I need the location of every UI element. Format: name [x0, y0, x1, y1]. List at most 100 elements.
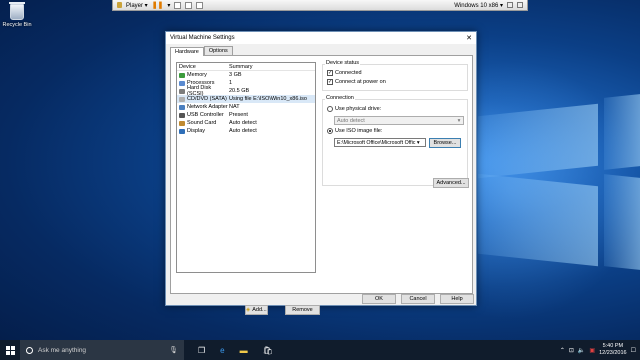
pinned-apps: ❐ e ▬ 🛍 [198, 346, 273, 355]
cd-dvd-icon [179, 96, 185, 102]
clock[interactable]: 5:40 PM 12/23/2016 [599, 343, 627, 357]
device-name-cell: Network Adapter [177, 104, 229, 110]
tab-hardware[interactable]: Hardware [170, 47, 204, 56]
edge-icon[interactable]: e [220, 346, 224, 355]
windows-logo-pane-bottom-right [604, 174, 640, 270]
device-row[interactable]: Hard Disk (SCSI) 20.5 GB [177, 85, 315, 97]
connect-power-on-label: Connect at power on [335, 79, 386, 85]
column-device: Device [179, 63, 196, 70]
close-vm-icon[interactable] [517, 2, 523, 8]
device-summary: Using file E:\ISO\Win10_x86.iso [229, 96, 307, 102]
start-button[interactable] [0, 340, 20, 360]
device-name-cell: USB Controller [177, 112, 229, 118]
clock-time: 5:40 PM [602, 343, 624, 349]
hard-disk-icon [179, 88, 185, 94]
browse-button[interactable]: Browse... [429, 138, 461, 148]
advanced-button[interactable]: Advanced... [433, 178, 469, 188]
cancel-button[interactable]: Cancel [401, 294, 435, 304]
dialog-title: Virtual Machine Settings [170, 35, 235, 41]
device-row[interactable]: Display Auto detect [177, 127, 315, 135]
vm-name[interactable]: Windows 10 x86 ▾ [454, 2, 503, 9]
device-name: Memory [187, 72, 207, 78]
file-explorer-icon[interactable]: ▬ [240, 346, 248, 355]
send-ctrl-alt-del-icon[interactable] [174, 1, 182, 9]
device-list-header: Device Summary [177, 63, 315, 71]
device-row[interactable]: CD/DVD (SATA) Using file E:\ISO\Win10_x86… [177, 95, 315, 103]
clock-date: 12/23/2016 [599, 350, 627, 356]
close-icon[interactable]: ✕ [462, 34, 476, 42]
add-button[interactable]: ◈ Add... [245, 305, 268, 315]
device-summary: Present [229, 112, 248, 118]
help-button[interactable]: Help [440, 294, 474, 304]
checkmark-icon: ✓ [327, 70, 333, 76]
device-name-cell: Sound Card [177, 120, 229, 126]
device-summary: 3 GB [229, 72, 242, 78]
connect-power-on-checkbox[interactable]: ✓ Connect at power on [327, 79, 386, 85]
unity-icon[interactable] [185, 1, 193, 9]
recycle-bin-shortcut[interactable]: Recycle Bin [2, 2, 32, 28]
tab-options[interactable]: Options [203, 46, 233, 55]
windows-logo-pane-top-left [478, 103, 598, 179]
device-name: CD/DVD (SATA) [187, 96, 227, 102]
player-menu[interactable]: Player ▾ [126, 2, 148, 9]
device-status-group [322, 64, 468, 91]
add-button-label: Add... [252, 307, 267, 313]
ok-button[interactable]: OK [362, 294, 396, 304]
physical-drive-label: Use physical drive: [335, 106, 382, 112]
device-row[interactable]: USB Controller Present [177, 111, 315, 119]
chevron-down-icon[interactable]: ▾ [167, 2, 170, 9]
windows-logo-icon [5, 345, 15, 355]
store-icon[interactable]: 🛍 [263, 346, 273, 355]
vm-settings-dialog: Virtual Machine Settings ✕ Hardware Opti… [165, 31, 477, 315]
action-center-icon[interactable]: ☐ [631, 347, 636, 354]
iso-path-value: E:\Microsoft Office\Microsoft Offic ▾ [337, 139, 420, 146]
device-name: Display [187, 128, 206, 134]
remove-button[interactable]: Remove [285, 305, 320, 315]
device-name: Network Adapter [187, 104, 228, 110]
device-row[interactable]: Memory 3 GB [177, 71, 315, 79]
checkmark-icon: ✓ [327, 79, 333, 85]
network-icon[interactable]: ⊡ [569, 347, 574, 354]
chevron-down-icon: ▾ [457, 117, 461, 124]
show-hidden-icons-icon[interactable]: ⌃ [560, 347, 565, 354]
notification-badge-icon[interactable]: ▣ [589, 347, 595, 354]
volume-icon[interactable]: 🔈 [578, 347, 585, 354]
recycle-bin-icon [9, 2, 25, 20]
connected-checkbox[interactable]: ✓ Connected [327, 70, 362, 76]
use-physical-drive-radio[interactable]: Use physical drive: [327, 106, 381, 112]
tab-strip: Hardware Options [170, 46, 233, 56]
pause-icon[interactable]: ❚❚ [152, 1, 164, 9]
hardware-panel: Device Summary Memory 3 GB Processors 1 Hard… [170, 55, 473, 315]
use-iso-image-radio[interactable]: Use ISO image file: [327, 128, 382, 134]
device-status-title: Device status [325, 60, 361, 66]
connection-title: Connection [325, 95, 355, 101]
microphone-icon[interactable]: 🎙 [169, 346, 178, 354]
physical-drive-value: Auto detect [337, 117, 365, 124]
device-row[interactable]: Sound Card Auto detect [177, 119, 315, 127]
device-summary: Auto detect [229, 128, 257, 134]
device-name-cell: CD/DVD (SATA) [177, 96, 229, 102]
iso-path-combobox[interactable]: E:\Microsoft Office\Microsoft Offic ▾ [334, 138, 426, 147]
device-name-cell: Memory [177, 72, 229, 78]
device-row[interactable]: Network Adapter NAT [177, 103, 315, 111]
fullscreen-icon[interactable] [196, 1, 204, 9]
connected-label: Connected [335, 70, 362, 76]
pin-icon[interactable] [117, 2, 122, 8]
display-icon [179, 128, 185, 134]
radio-off-icon [327, 106, 333, 112]
device-name-cell: Display [177, 128, 229, 134]
device-summary: 20.5 GB [229, 88, 250, 94]
cortana-icon [26, 346, 33, 354]
device-name: USB Controller [187, 112, 224, 118]
taskbar: Ask me anything 🎙 ❐ e ▬ 🛍 ⌃ ⊡ 🔈 ▣ 5:40 P… [0, 340, 640, 360]
task-view-icon[interactable]: ❐ [198, 346, 205, 355]
physical-drive-select[interactable]: Auto detect ▾ [334, 116, 464, 125]
cortana-search-box[interactable]: Ask me anything 🎙 [20, 340, 184, 360]
search-placeholder: Ask me anything [38, 346, 87, 354]
recycle-bin-label: Recycle Bin [2, 22, 32, 28]
restore-icon[interactable] [507, 2, 513, 8]
network-adapter-icon [179, 104, 185, 110]
device-list[interactable]: Device Summary Memory 3 GB Processors 1 Hard… [176, 62, 316, 273]
vmware-player-toolbar: Player ▾ ❚❚ ▾ Windows 10 x86 ▾ [112, 0, 528, 11]
shield-icon: ◈ [246, 307, 251, 313]
